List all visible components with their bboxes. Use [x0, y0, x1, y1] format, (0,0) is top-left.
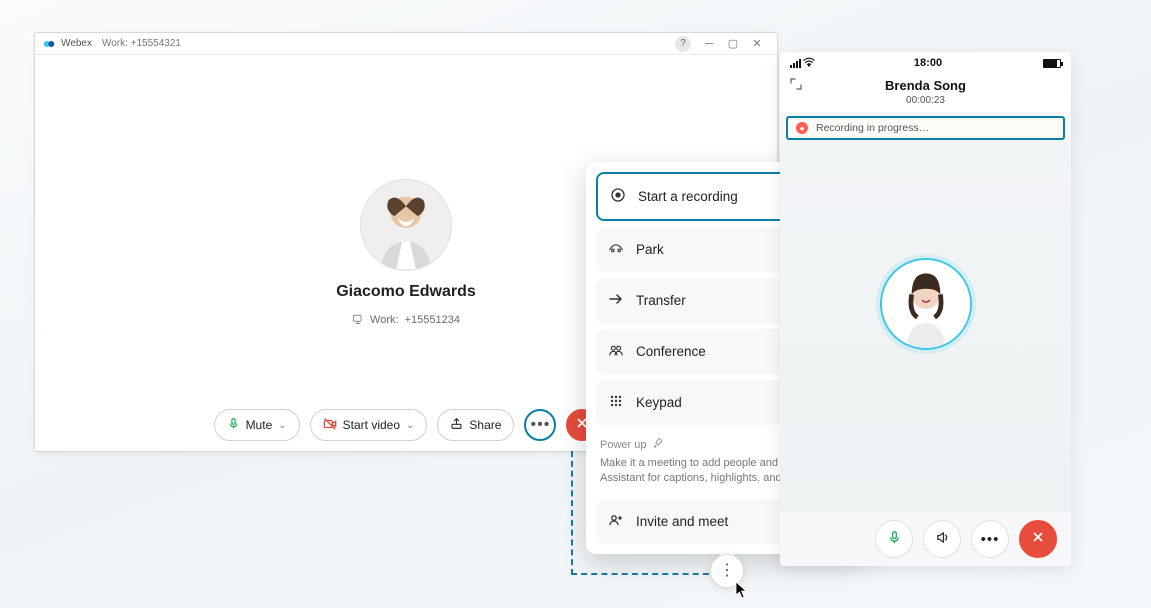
mobile-contact-avatar [880, 258, 972, 350]
menu-park-label: Park [636, 242, 664, 257]
mobile-end-call-button[interactable] [1019, 520, 1057, 558]
mobile-body [780, 140, 1071, 512]
transfer-icon [608, 291, 624, 310]
share-button[interactable]: Share [437, 409, 514, 441]
wifi-icon [803, 57, 815, 70]
ellipsis-icon: ••• [531, 416, 551, 434]
mute-label: Mute [246, 418, 273, 432]
contact-avatar [360, 179, 452, 271]
title-subtitle: Work: +15554321 [102, 38, 181, 49]
title-bar: Webex Work: +15554321 ? ─ ▢ ✕ [35, 33, 777, 55]
line-number: +15551234 [405, 314, 460, 326]
mobile-toolbar: ••• [780, 512, 1071, 566]
floating-more-button[interactable]: ⋮ [710, 554, 744, 588]
powerup-title-label: Power up [600, 439, 646, 451]
mobile-mute-button[interactable] [875, 520, 913, 558]
menu-start-recording-label: Start a recording [638, 189, 738, 204]
menu-transfer-label: Transfer [636, 293, 686, 308]
menu-invite-label: Invite and meet [636, 514, 728, 529]
call-duration: 00:00:23 [780, 95, 1071, 106]
mobile-call-screen: 18:00 Brenda Song 00:00:23 ● Recording i… [780, 52, 1071, 566]
minimize-button[interactable]: ─ [697, 35, 721, 53]
mobile-speaker-button[interactable] [923, 520, 961, 558]
chevron-down-icon: ⌄ [406, 420, 414, 431]
mobile-more-button[interactable]: ••• [971, 520, 1009, 558]
ellipsis-vertical-icon: ⋮ [719, 563, 735, 579]
recording-banner: ● Recording in progress… [786, 116, 1065, 140]
more-options-button[interactable]: ••• [524, 409, 556, 441]
close-button[interactable]: ✕ [745, 35, 769, 53]
mobile-contact-name: Brenda Song [780, 78, 1071, 93]
status-time: 18:00 [815, 57, 1041, 69]
share-label: Share [469, 418, 501, 432]
record-icon [610, 187, 626, 206]
rocket-icon [652, 437, 664, 452]
app-name: Webex [61, 38, 92, 49]
mic-icon [227, 417, 240, 433]
webex-logo-icon [43, 38, 55, 50]
battery-icon [1043, 59, 1061, 68]
invite-icon [608, 512, 624, 531]
chevron-down-icon: ⌄ [278, 420, 286, 431]
keypad-icon [608, 393, 624, 412]
device-icon [352, 313, 364, 328]
contact-name: Giacomo Edwards [336, 283, 476, 301]
menu-keypad-label: Keypad [636, 395, 682, 410]
camera-off-icon [323, 417, 337, 434]
collapse-icon[interactable] [788, 76, 804, 97]
cellular-signal-icon [790, 59, 801, 68]
mobile-header: Brenda Song 00:00:23 [780, 74, 1071, 112]
recording-text: Recording in progress… [816, 122, 929, 134]
park-icon [608, 240, 624, 259]
share-icon [450, 417, 463, 433]
signal-wifi-icons [790, 57, 815, 70]
start-video-button[interactable]: Start video ⌄ [310, 409, 428, 441]
mic-icon [887, 530, 902, 549]
contact-line: Work: +15551234 [352, 313, 460, 328]
status-bar: 18:00 [780, 52, 1071, 74]
close-icon [1031, 530, 1045, 548]
ellipsis-icon: ••• [981, 531, 1000, 548]
speaker-icon [935, 530, 950, 549]
mute-button[interactable]: Mute ⌄ [214, 409, 300, 441]
menu-conference-label: Conference [636, 344, 706, 359]
conference-icon [608, 342, 624, 361]
start-video-label: Start video [343, 418, 400, 432]
help-button[interactable]: ? [675, 36, 691, 52]
recording-indicator-icon: ● [796, 122, 808, 134]
line-label: Work: [370, 314, 399, 326]
maximize-button[interactable]: ▢ [721, 35, 745, 53]
